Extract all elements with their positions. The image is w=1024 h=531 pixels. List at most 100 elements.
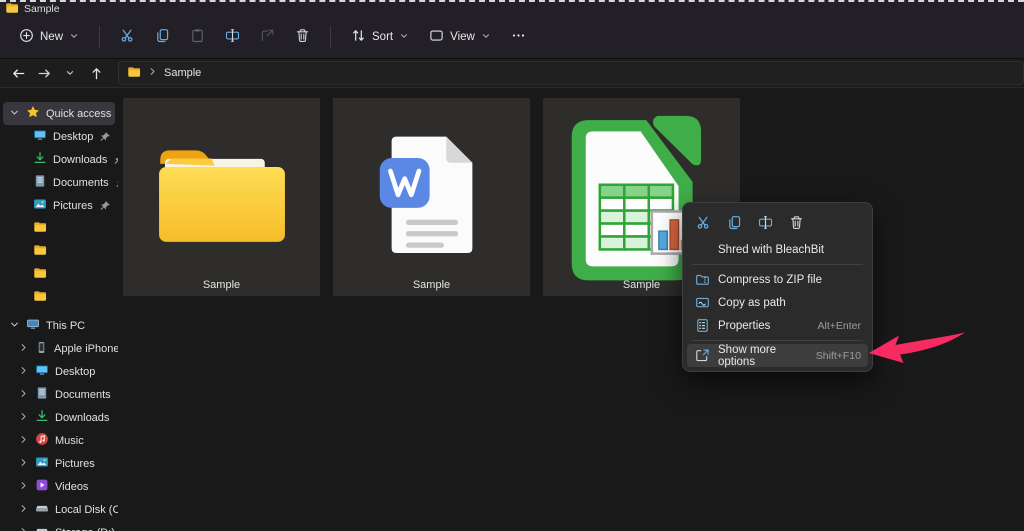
sidebar-item-local-disk-c[interactable]: Local Disk (C:) (3, 498, 115, 521)
sidebar-item-documents[interactable]: Documents (3, 383, 115, 406)
sidebar-item-desktop[interactable]: Desktop (3, 125, 115, 148)
see-more-button[interactable] (502, 22, 535, 52)
chevron-down-icon (9, 107, 20, 118)
sort-button[interactable]: Sort (342, 22, 418, 52)
new-button[interactable]: New (10, 22, 88, 52)
paste-icon (190, 28, 205, 43)
menu-item-label: Properties (718, 320, 770, 332)
rename-icon (758, 215, 773, 230)
menu-cut-button[interactable] (691, 211, 715, 233)
toolbar-separator (330, 26, 331, 48)
menu-item-copy-as-path[interactable]: Copy as path (687, 291, 868, 314)
forward-button[interactable] (32, 61, 56, 85)
address-bar[interactable]: Sample (118, 61, 1024, 85)
chevron-right-icon (18, 342, 29, 353)
sidebar-item-downloads[interactable]: Downloads (3, 148, 115, 171)
menu-delete-button[interactable] (784, 211, 808, 233)
sidebar-item-label: Desktop (55, 366, 95, 378)
chevron-down-icon (69, 31, 79, 41)
rename-icon (225, 28, 240, 43)
sidebar-item-downloads[interactable]: Downloads (3, 406, 115, 429)
sort-icon (351, 28, 366, 43)
rename-button[interactable] (216, 22, 249, 52)
up-arrow-icon (89, 66, 104, 81)
delete-button[interactable] (286, 22, 319, 52)
title-bar: Sample (0, 0, 1024, 16)
drive-icon (35, 501, 49, 515)
sidebar-item-desktop[interactable]: Desktop (3, 360, 115, 383)
desktop-icon (33, 128, 47, 142)
file-tile-word-document[interactable]: Sample (333, 98, 530, 296)
folder-tab-icon (5, 1, 19, 15)
chevron-down-icon (399, 31, 409, 41)
menu-item-label: Show more options (718, 344, 808, 368)
sidebar-item-label: Downloads (53, 154, 107, 166)
documents-icon (35, 386, 49, 400)
sidebar-item-label: Storage (D:) (55, 527, 115, 531)
copy-icon (155, 28, 170, 43)
annotation-arrow (866, 330, 968, 368)
sidebar-item-folder-5[interactable] (3, 240, 115, 263)
navigation-pane: Quick accessDesktopDownloadsDocumentsPic… (0, 88, 118, 531)
tab-title[interactable]: Sample (24, 3, 60, 15)
sidebar-item-apple-iphone[interactable]: Apple iPhone (3, 337, 115, 360)
file-list-area[interactable]: SampleSampleSample (118, 88, 1024, 531)
up-button[interactable] (84, 61, 108, 85)
sidebar-item-storage-d[interactable]: Storage (D:) (3, 521, 115, 531)
recent-locations-button[interactable] (58, 61, 82, 85)
menu-item-properties[interactable]: PropertiesAlt+Enter (687, 314, 868, 337)
menu-item-label: Shred with BleachBit (718, 244, 824, 256)
folder-icon (33, 266, 47, 280)
copy-path-icon (695, 295, 710, 310)
sidebar-section-this-pc[interactable]: This PC (3, 314, 115, 337)
breadcrumb[interactable]: Sample (164, 67, 201, 79)
back-arrow-icon (11, 66, 26, 81)
menu-rename-button[interactable] (753, 211, 777, 233)
recent-locations-chevron-icon (64, 67, 76, 79)
sidebar-item-documents[interactable]: Documents (3, 171, 115, 194)
copy-button[interactable] (146, 22, 179, 52)
forward-arrow-icon (37, 66, 52, 81)
menu-copy-button[interactable] (722, 211, 746, 233)
cut-button[interactable] (111, 22, 144, 52)
show-more-icon (695, 348, 710, 363)
sidebar-item-music[interactable]: Music (3, 429, 115, 452)
copy-icon (727, 215, 742, 230)
chevron-right-icon (18, 434, 29, 445)
chevron-right-icon (18, 388, 29, 399)
word-document-thumbnail-icon (356, 120, 508, 272)
sidebar-item-folder-7[interactable] (3, 286, 115, 309)
music-icon (35, 432, 49, 446)
context-menu-quick-actions (687, 207, 868, 238)
menu-item-compress-to-zip-file[interactable]: Compress to ZIP file (687, 268, 868, 291)
share-icon (260, 28, 275, 43)
menu-separator (692, 264, 863, 265)
new-plus-icon (19, 28, 34, 43)
sidebar-item-pictures[interactable]: Pictures (3, 452, 115, 475)
view-button[interactable]: View (420, 22, 500, 52)
sidebar-item-folder-4[interactable] (3, 217, 115, 240)
folder-icon (33, 243, 47, 257)
file-tile-folder[interactable]: Sample (123, 98, 320, 296)
phone-icon (35, 341, 48, 354)
chevron-right-icon (18, 480, 29, 491)
view-button-label: View (450, 31, 475, 43)
sidebar-section-quick-access[interactable]: Quick access (3, 102, 115, 125)
menu-item-show-more-options[interactable]: Show more optionsShift+F10 (687, 344, 868, 367)
toolbar-separator (99, 26, 100, 48)
sidebar-item-folder-6[interactable] (3, 263, 115, 286)
more-icon (511, 28, 526, 43)
menu-item-shred-with-bleachbit[interactable]: Shred with BleachBit (687, 238, 868, 261)
command-toolbar: New Sort View (0, 16, 1024, 58)
share-button[interactable] (251, 22, 284, 52)
sidebar-item-label: Pictures (53, 200, 93, 212)
downloads-icon (35, 409, 49, 423)
back-button[interactable] (6, 61, 30, 85)
sidebar-item-pictures[interactable]: Pictures (3, 194, 115, 217)
chevron-right-icon (18, 411, 29, 422)
sidebar-item-label: Downloads (55, 412, 109, 424)
chevron-down-icon (481, 31, 491, 41)
sidebar-item-videos[interactable]: Videos (3, 475, 115, 498)
paste-button[interactable] (181, 22, 214, 52)
breadcrumb-folder-icon (127, 65, 141, 82)
